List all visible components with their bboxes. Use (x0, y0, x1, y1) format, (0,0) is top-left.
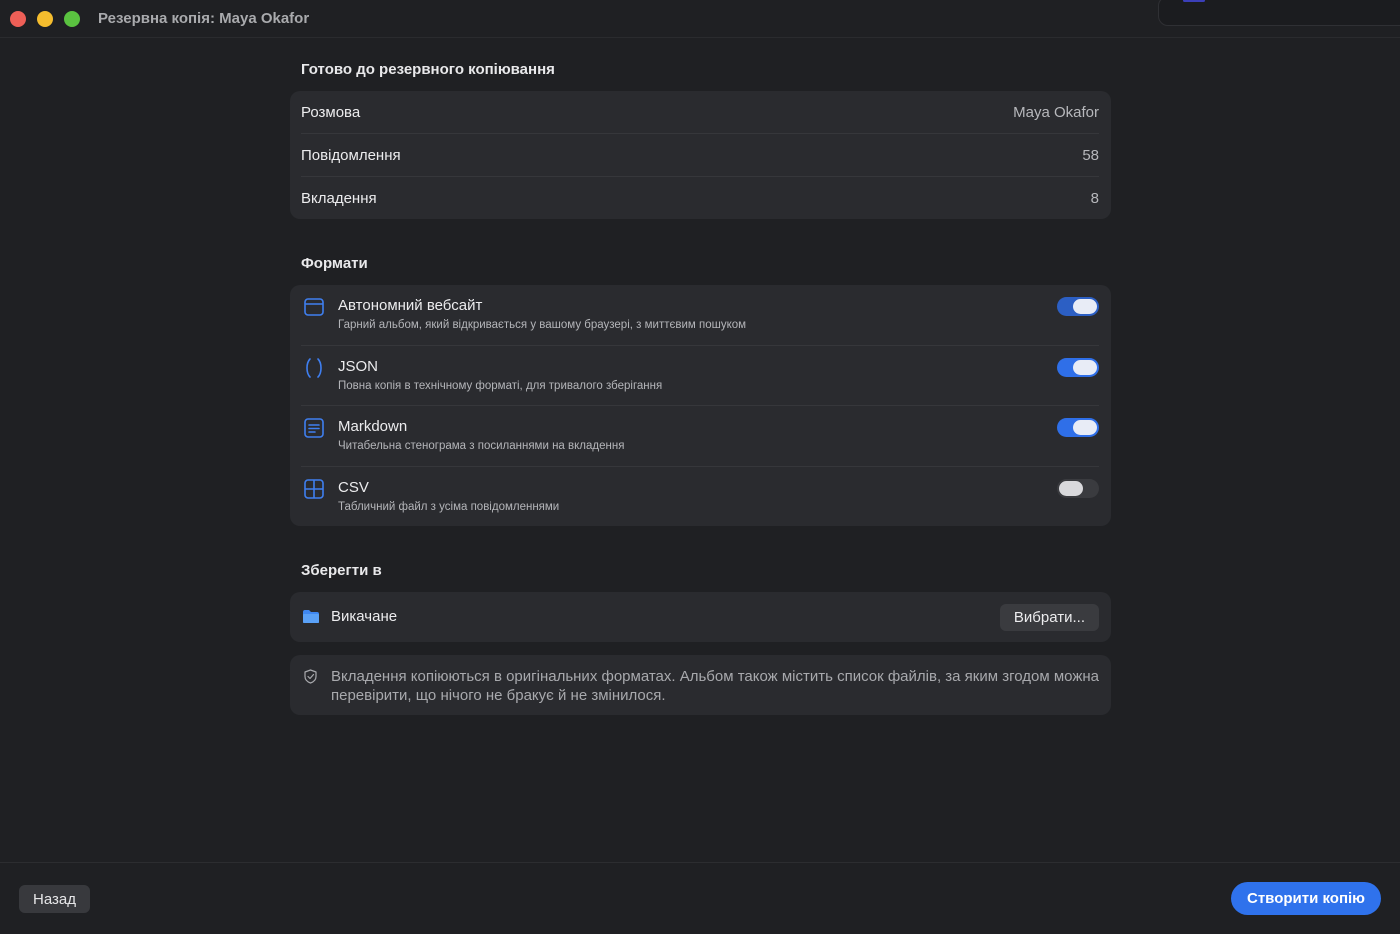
format-row-markdown: Markdown Читабельна стенограма з посилан… (290, 406, 1111, 466)
back-button[interactable]: Назад (19, 885, 90, 913)
format-name: CSV (338, 479, 369, 496)
save-location-card: Викачане Вибрати... (290, 592, 1111, 642)
formats-card: Автономний вебсайт Гарний альбом, який в… (290, 285, 1111, 526)
website-toggle[interactable] (1057, 297, 1099, 316)
summary-value: Maya Okafor (1013, 104, 1099, 121)
save-heading: Зберегти в (301, 562, 382, 579)
format-name: JSON (338, 358, 379, 375)
formats-heading: Формати (301, 255, 368, 272)
summary-label: Вкладення (301, 190, 377, 207)
browser-window-icon (303, 296, 325, 318)
format-row-website: Автономний вебсайт Гарний альбом, який в… (290, 285, 1111, 345)
format-description: Читабельна стенограма з посиланнями на в… (338, 440, 625, 452)
choose-folder-button[interactable]: Вибрати... (999, 604, 1099, 631)
info-note-card: Вкладення копіюються в оригінальних форм… (290, 655, 1111, 715)
format-name: Автономний вебсайт (338, 297, 483, 314)
csv-toggle[interactable] (1057, 479, 1099, 498)
create-backup-button[interactable]: Створити копію (1231, 882, 1381, 915)
table-grid-icon (303, 478, 325, 500)
info-note-text: Вкладення копіюються в оригінальних форм… (331, 668, 1099, 704)
document-lines-icon (303, 417, 325, 439)
format-description: Повна копія в технічному форматі, для тр… (338, 380, 663, 392)
summary-label: Розмова (301, 104, 361, 121)
format-row-json: JSON Повна копія в технічному форматі, д… (290, 346, 1111, 406)
folder-icon (302, 609, 320, 624)
markdown-toggle[interactable] (1057, 418, 1099, 437)
maximize-window-button[interactable] (64, 11, 80, 27)
window-title: Резервна копія: Maya Okafor (98, 10, 310, 27)
braces-icon (303, 357, 325, 379)
format-row-csv: CSV Табличний файл з усіма повідомленням… (290, 467, 1111, 527)
footer-bar: Назад Створити копію (0, 862, 1400, 934)
summary-row-conversation: Розмова Maya Okafor (301, 91, 1099, 134)
close-window-button[interactable] (10, 11, 26, 27)
summary-heading: Готово до резервного копіювання (301, 61, 555, 78)
backup-window: Резервна копія: Maya Okafor Готово до ре… (0, 0, 1400, 934)
title-bar: Резервна копія: Maya Okafor (0, 0, 1400, 38)
format-description: Гарний альбом, який відкривається у вашо… (338, 319, 747, 331)
shield-check-icon (304, 669, 317, 684)
summary-value: 58 (1082, 147, 1099, 164)
summary-row-messages: Повідомлення 58 (301, 134, 1099, 177)
summary-card: Розмова Maya Okafor Повідомлення 58 Вкла… (290, 91, 1111, 219)
format-description: Табличний файл з усіма повідомленнями (338, 501, 560, 513)
save-folder-name: Викачане (331, 608, 398, 625)
summary-value: 8 (1090, 190, 1099, 207)
json-toggle[interactable] (1057, 358, 1099, 377)
summary-row-attachments: Вкладення 8 (301, 177, 1099, 220)
summary-label: Повідомлення (301, 147, 401, 164)
background-window-edge (1158, 0, 1400, 26)
minimize-window-button[interactable] (37, 11, 53, 27)
format-name: Markdown (338, 418, 408, 435)
